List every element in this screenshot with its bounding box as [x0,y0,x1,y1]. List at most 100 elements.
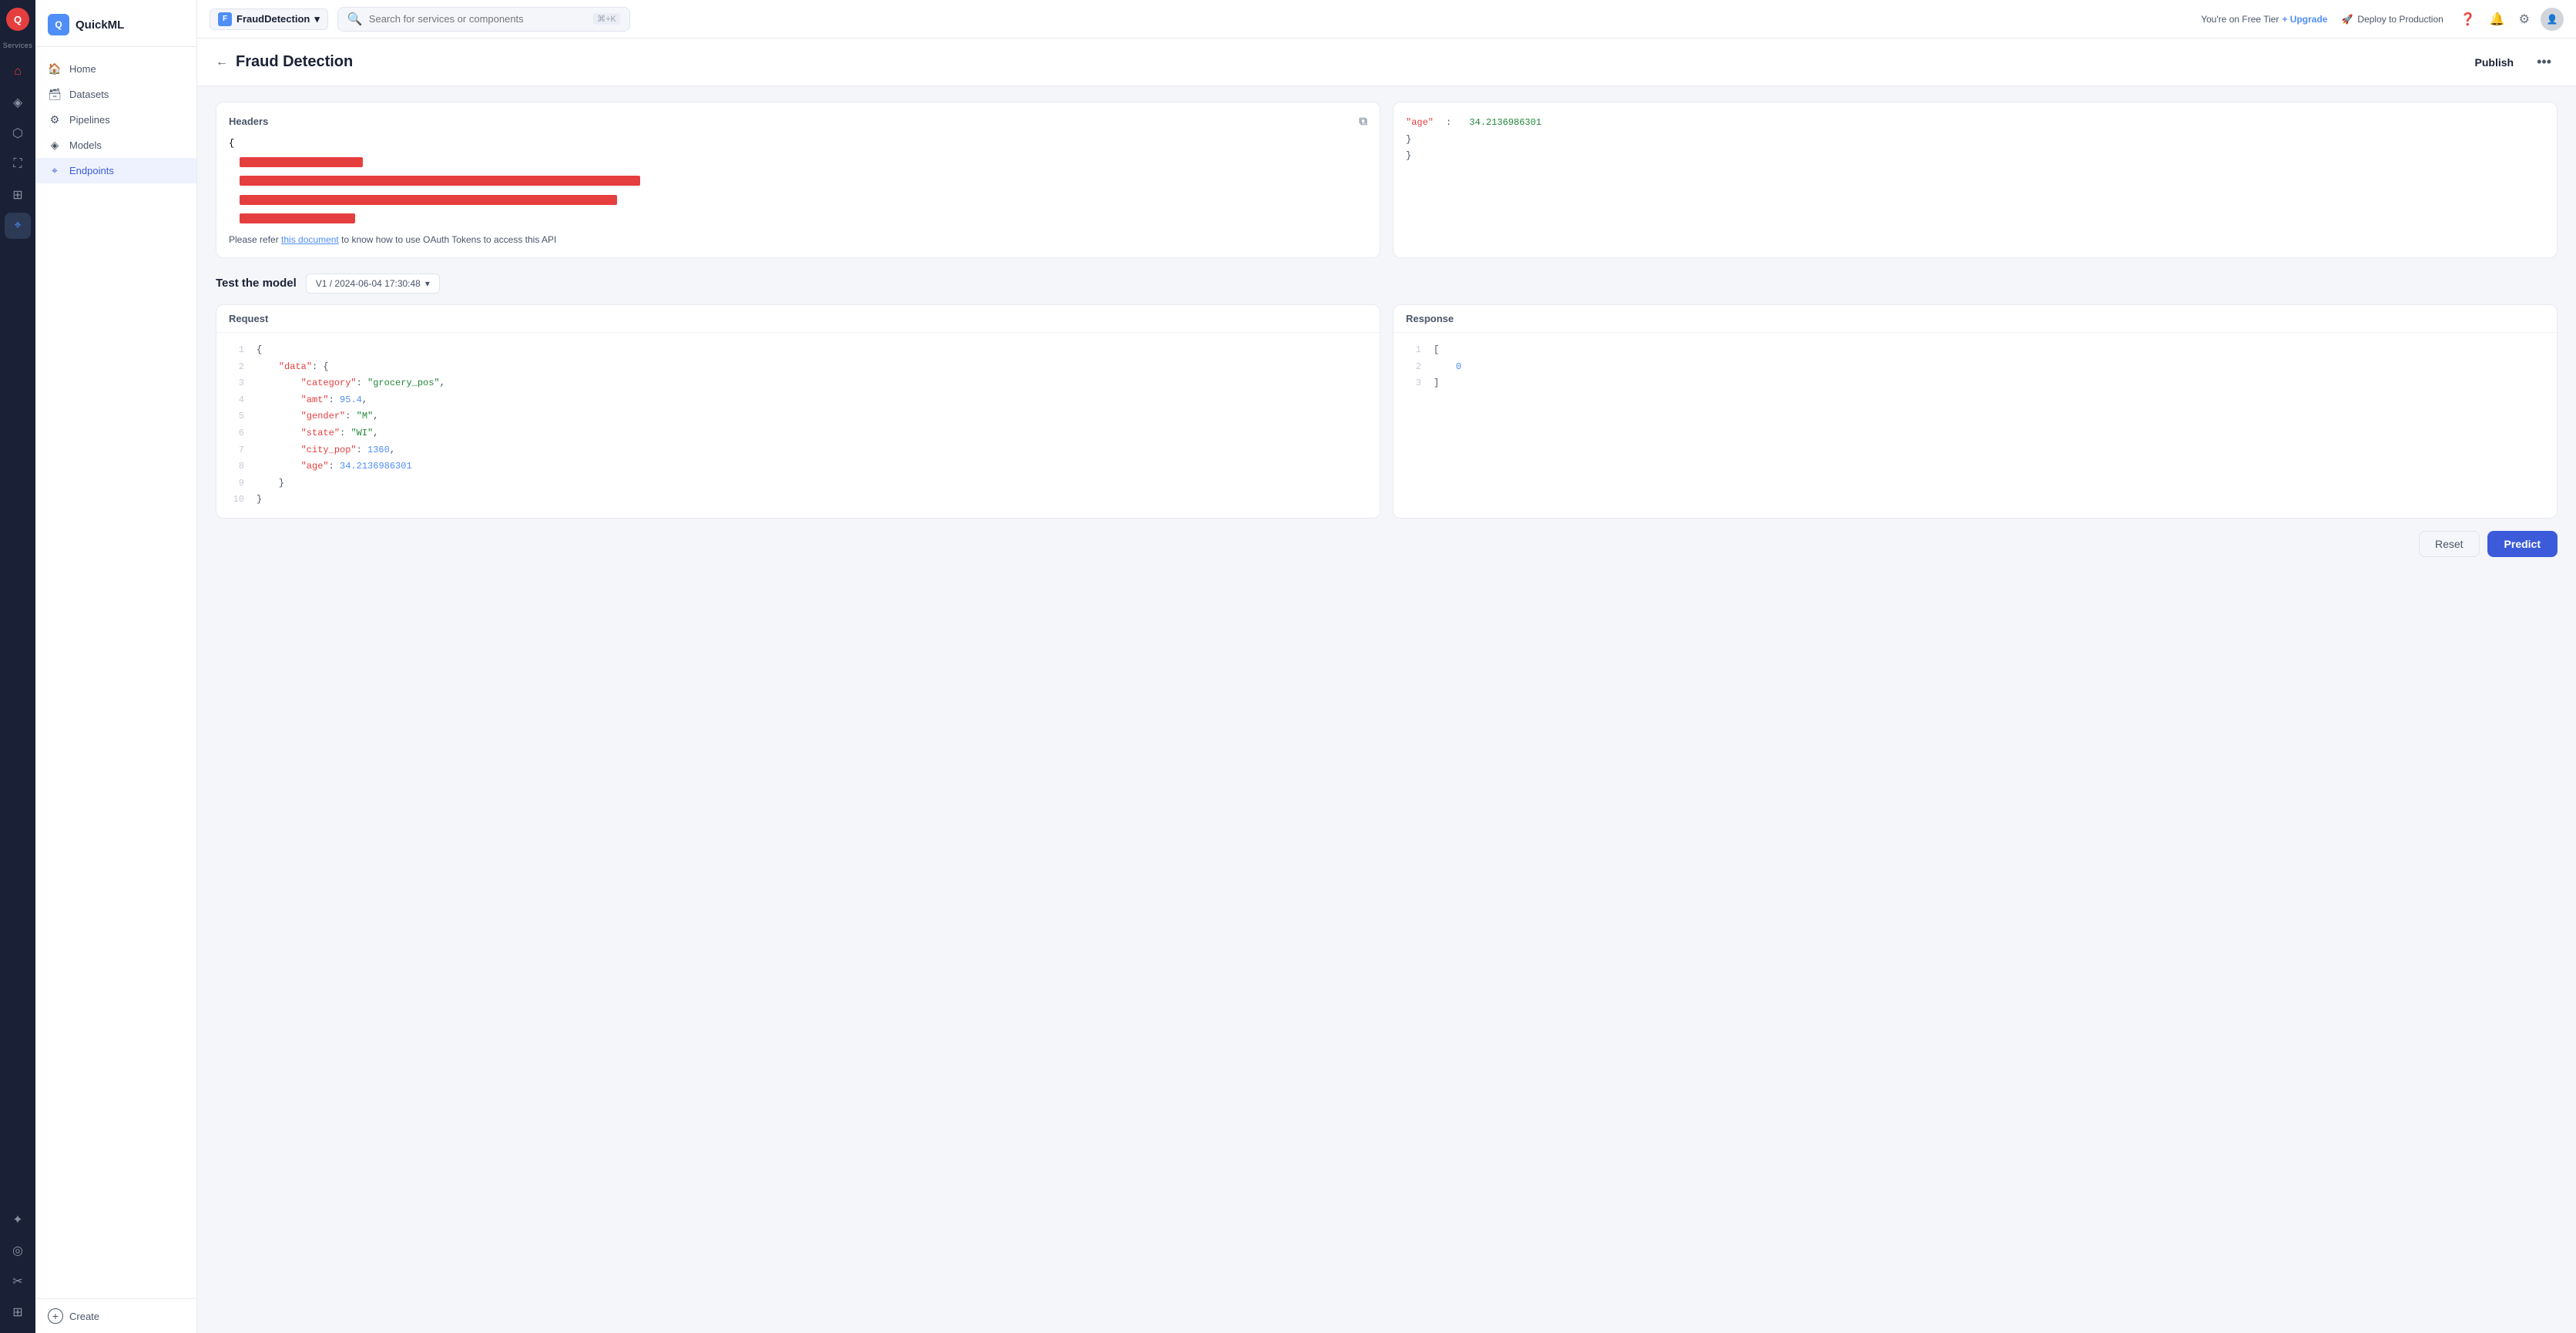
search-shortcut: ⌘+K [593,13,620,25]
sidebar-title: QuickML [75,18,124,32]
data-rail-icon[interactable]: ⬡ [5,120,31,146]
resp-line-1: 1 [ [1406,342,2544,359]
request-panel-header: Request [216,305,1380,333]
project-icon: F [218,12,232,26]
response-panel-header: Response [1394,305,2557,333]
req-line-5: 5 "gender": "M", [229,408,1367,425]
deploy-rail-icon[interactable]: ◎ [5,1237,31,1264]
app-logo: Q [6,8,29,31]
page-header: ← Fraud Detection Publish ••• [197,39,2576,86]
sidebar-item-pipelines[interactable]: ⚙ Pipelines [35,107,196,133]
pipeline-rail-icon[interactable]: ⛶ [5,151,31,177]
test-panels: Request 1 { 2 "data": { 3 [216,304,2558,519]
main-area: F FraudDetection ▾ 🔍 ⌘+K You're on Free … [197,0,2576,1333]
open-brace: { [229,138,234,149]
search-icon: 🔍 [347,12,363,27]
create-label: Create [69,1311,99,1322]
headers-row-2 [229,173,1367,189]
content-area: Headers ⧉ { [197,86,2576,596]
datasets-icon: 🗃 [48,88,62,101]
request-code-area: 1 { 2 "data": { 3 "category": "grocery_p… [216,333,1380,518]
oauth-link[interactable]: this document [281,234,339,245]
page-title: Fraud Detection [236,53,353,71]
version-selector[interactable]: V1 / 2024-06-04 17:30:48 ▾ [306,274,440,294]
headers-title: Headers ⧉ [229,115,1367,128]
deploy-label: Deploy to Production [2357,14,2443,25]
topbar: F FraudDetection ▾ 🔍 ⌘+K You're on Free … [197,0,2576,39]
response-code-area: 1 [ 2 0 3 ] [1394,333,2557,401]
predict-button[interactable]: Predict [2487,531,2558,557]
project-name: FraudDetection [236,13,310,25]
version-dropdown-icon: ▾ [425,278,430,289]
grid-rail-icon[interactable]: ⊞ [5,1299,31,1325]
sidebar: Q QuickML 🏠 Home 🗃 Datasets ⚙ Pipelines … [35,0,197,1333]
sidebar-item-pipelines-label: Pipelines [69,114,110,126]
settings-icon[interactable]: ⚙ [2516,8,2533,30]
oauth-notice-text: Please refer [229,234,281,245]
headers-card: Headers ⧉ { [216,102,1380,258]
home-icon: 🏠 [48,62,62,76]
upgrade-link[interactable]: + Upgrade [2282,14,2327,25]
search-rail-icon[interactable]: ✦ [5,1207,31,1233]
headers-row-4 [229,211,1367,227]
req-line-2: 2 "data": { [229,359,1367,376]
resp-line-2: 2 0 [1406,359,2544,376]
free-tier-text: You're on Free Tier [2201,14,2279,25]
deploy-button[interactable]: 🚀 Deploy to Production [2335,10,2449,29]
sidebar-item-endpoints[interactable]: ⌖ Endpoints [35,158,196,183]
redacted-bar-4 [240,213,355,223]
page-header-left: ← Fraud Detection [216,53,353,71]
reset-button[interactable]: Reset [2419,531,2480,557]
headers-content: { [229,136,1367,227]
notification-icon[interactable]: 🔔 [2487,8,2508,30]
req-line-10: 10 } [229,492,1367,509]
redacted-bar-3 [240,195,617,205]
project-selector[interactable]: F FraudDetection ▾ [210,8,328,30]
home-rail-icon[interactable]: ⌂ [5,59,31,85]
headers-row-1 [229,154,1367,170]
search-input[interactable] [369,13,587,25]
services-label: Services [3,42,33,49]
user-avatar[interactable]: 👤 [2541,8,2564,31]
create-button[interactable]: + Create [48,1308,184,1324]
request-panel: Request 1 { 2 "data": { 3 [216,304,1380,519]
json-age-key: "age" [1406,115,1434,132]
sidebar-header: Q QuickML [35,0,196,47]
tools-rail-icon[interactable]: ✂ [5,1268,31,1294]
search-bar: 🔍 ⌘+K [337,7,630,32]
headers-section: Headers ⧉ { [216,102,2558,258]
code-rail-icon[interactable]: ◈ [5,89,31,116]
pipelines-icon: ⚙ [48,113,62,126]
req-line-3: 3 "category": "grocery_pos", [229,375,1367,392]
sidebar-logo: Q [48,14,69,35]
json-line-1: "age" : 34.2136986301 [1406,115,2544,132]
test-model-header: Test the model V1 / 2024-06-04 17:30:48 … [216,274,2558,294]
endpoint-rail-icon[interactable]: ⌖ [5,213,31,239]
sidebar-item-models-label: Models [69,139,102,151]
sidebar-nav: 🏠 Home 🗃 Datasets ⚙ Pipelines ◈ Models ⌖… [35,47,196,1298]
publish-button[interactable]: Publish [2466,52,2524,73]
version-label: V1 / 2024-06-04 17:30:48 [316,278,421,289]
req-line-6: 6 "state": "WI", [229,425,1367,442]
icon-rail: Q Services ⌂ ◈ ⬡ ⛶ ⊞ ⌖ ✦ ◎ ✂ ⊞ [0,0,35,1333]
req-line-7: 7 "city_pop": 1360, [229,442,1367,459]
page-header-right: Publish ••• [2466,51,2558,73]
redacted-bar-1 [240,157,363,167]
topbar-right: You're on Free Tier + Upgrade 🚀 Deploy t… [2201,8,2564,31]
page-content: ← Fraud Detection Publish ••• Headers ⧉ [197,39,2576,1333]
help-icon[interactable]: ❓ [2457,8,2479,30]
more-options-button[interactable]: ••• [2531,51,2558,73]
sidebar-item-models[interactable]: ◈ Models [35,133,196,158]
test-model-section: Test the model V1 / 2024-06-04 17:30:48 … [216,274,2558,565]
copy-icon[interactable]: ⧉ [1359,115,1367,128]
back-button[interactable]: ← [216,55,228,69]
sidebar-item-datasets[interactable]: 🗃 Datasets [35,82,196,107]
redacted-bar-2 [240,176,640,186]
sidebar-item-home[interactable]: 🏠 Home [35,56,196,82]
test-model-label: Test the model [216,277,297,290]
sidebar-item-home-label: Home [69,63,96,75]
json-preview: "age" : 34.2136986301 } } [1393,102,2558,258]
model-rail-icon[interactable]: ⊞ [5,182,31,208]
req-line-1: 1 { [229,342,1367,359]
endpoints-icon: ⌖ [48,164,62,177]
